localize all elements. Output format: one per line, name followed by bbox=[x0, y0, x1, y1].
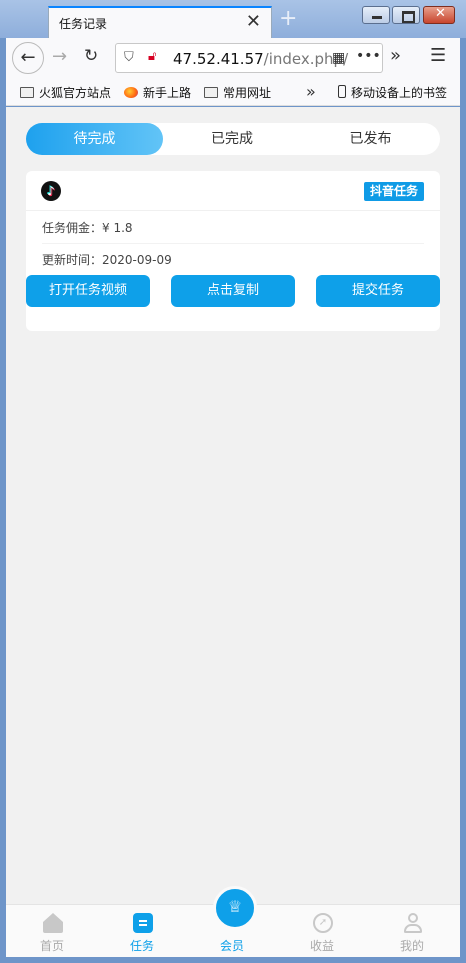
minimize-button[interactable] bbox=[362, 6, 390, 24]
tab-title: 任务记录 bbox=[59, 17, 108, 31]
task-card-header: ♪ 抖音任务 bbox=[26, 171, 440, 211]
crown-icon: ♕ bbox=[213, 886, 257, 930]
back-button[interactable]: ← bbox=[12, 42, 44, 74]
qr-code-icon[interactable]: ▦ bbox=[332, 50, 345, 66]
tabbar-item-profile[interactable]: 我的 bbox=[367, 905, 457, 958]
close-icon: ✕ bbox=[435, 6, 446, 21]
bookmark-label: 新手上路 bbox=[143, 86, 192, 100]
task-card: ♪ 抖音任务 任务佣金：¥ 1.8 更新时间：2020-09-09 打开任务视频… bbox=[26, 171, 440, 331]
tiktok-icon: ♪ bbox=[41, 181, 61, 201]
new-tab-button[interactable]: + bbox=[279, 6, 297, 31]
bookmarks-overflow-icon[interactable]: » bbox=[306, 82, 316, 101]
browser-tab[interactable]: 任务记录 ✕ bbox=[48, 6, 272, 38]
tab-close-icon[interactable]: ✕ bbox=[246, 11, 261, 32]
bookmark-label: 移动设备上的书签 bbox=[351, 86, 448, 100]
reload-button[interactable]: ↻ bbox=[84, 46, 98, 66]
updated-time-text: 更新时间：2020-09-09 bbox=[42, 253, 172, 267]
tabbar-label: 收益 bbox=[309, 939, 334, 953]
folder-icon bbox=[20, 87, 34, 98]
compass-icon: ➚ bbox=[313, 913, 333, 933]
tab-published[interactable]: 已发布 bbox=[301, 123, 440, 155]
submit-task-button[interactable]: 提交任务 bbox=[316, 275, 440, 307]
bookmarks-bar: 火狐官方站点 新手上路 常用网址 » 移动设备上的书签 bbox=[6, 78, 460, 106]
tabbar-item-tasks[interactable]: 任务 bbox=[97, 905, 187, 958]
navigation-toolbar: ← → ↻ ⛉ 🔓︎ 47.52.41.57/index.php/ ▦ ••• … bbox=[6, 38, 460, 78]
insecure-lock-icon[interactable]: 🔓︎ bbox=[148, 49, 156, 64]
task-type-badge: 抖音任务 bbox=[363, 182, 424, 201]
url-host: 47.52.41.57 bbox=[173, 50, 264, 68]
home-icon bbox=[43, 913, 63, 933]
tabbar-label: 任务 bbox=[129, 939, 154, 953]
folder-icon bbox=[204, 87, 218, 98]
task-icon bbox=[133, 913, 153, 933]
bookmark-item[interactable]: 常用网址 bbox=[204, 84, 271, 101]
hamburger-menu-icon[interactable]: ☰ bbox=[430, 45, 446, 66]
url-text[interactable]: 47.52.41.57/index.php/ bbox=[173, 50, 348, 68]
bookmark-label: 火狐官方站点 bbox=[39, 86, 112, 100]
close-window-button[interactable]: ✕ bbox=[423, 6, 455, 24]
firefox-icon bbox=[124, 87, 138, 98]
bottom-tabbar: 首页 任务 ♕ 会员 ➚ 收益 我的 bbox=[6, 886, 460, 958]
tabbar-label: 我的 bbox=[399, 939, 424, 953]
copy-button[interactable]: 点击复制 bbox=[171, 275, 295, 307]
bookmark-label: 常用网址 bbox=[223, 86, 272, 100]
bookmark-item[interactable]: 火狐官方站点 bbox=[20, 84, 111, 101]
forward-button[interactable]: → bbox=[52, 46, 67, 67]
tabbar-label: 首页 bbox=[39, 939, 64, 953]
status-tabs: 待完成 已完成 已发布 bbox=[26, 123, 440, 155]
phone-icon bbox=[338, 85, 346, 98]
page-actions-icon[interactable]: ••• bbox=[356, 48, 381, 64]
bookmark-item[interactable]: 移动设备上的书签 bbox=[338, 84, 447, 101]
url-bar[interactable]: ⛉ 🔓︎ 47.52.41.57/index.php/ ▦ ••• bbox=[115, 43, 383, 73]
user-icon bbox=[403, 913, 423, 933]
page-content: 待完成 已完成 已发布 ♪ 抖音任务 任务佣金：¥ 1.8 更新时间：2020-… bbox=[6, 107, 460, 957]
tab-completed[interactable]: 已完成 bbox=[163, 123, 301, 155]
tabbar-label: 会员 bbox=[219, 939, 244, 953]
toolbar-overflow-icon[interactable]: » bbox=[390, 45, 401, 66]
bookmark-item[interactable]: 新手上路 bbox=[124, 84, 191, 101]
title-bar: 任务记录 ✕ + ✕ bbox=[0, 0, 466, 38]
shield-icon[interactable]: ⛉ bbox=[124, 50, 134, 65]
tabbar-item-vip[interactable]: ♕ 会员 bbox=[187, 886, 277, 958]
maximize-button[interactable] bbox=[392, 6, 420, 24]
commission-text: 任务佣金：¥ 1.8 bbox=[42, 212, 424, 244]
open-video-button[interactable]: 打开任务视频 bbox=[26, 275, 150, 307]
tabbar-item-earnings[interactable]: ➚ 收益 bbox=[277, 905, 367, 958]
tabbar-item-home[interactable]: 首页 bbox=[7, 905, 97, 958]
tab-pending[interactable]: 待完成 bbox=[26, 123, 163, 155]
